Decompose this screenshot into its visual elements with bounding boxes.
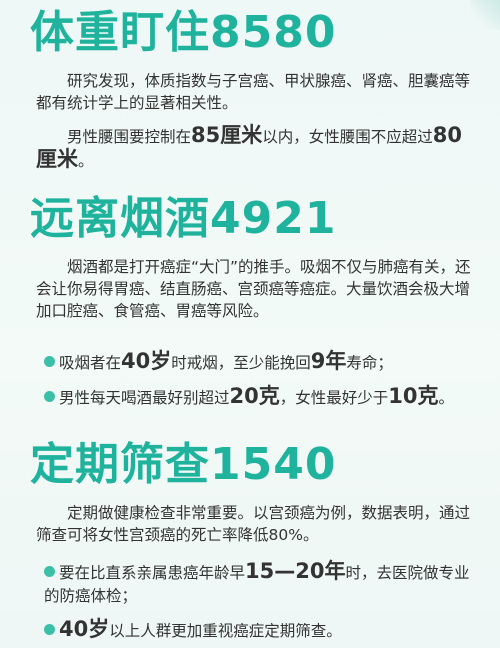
bullet-over-40: 40岁以上人群更加重视癌症定期筛查。 <box>44 618 476 643</box>
text: 。 <box>78 152 94 170</box>
highlight-value: 40岁 <box>59 617 110 641</box>
highlight-value: 10克 <box>388 384 439 408</box>
bullet-screening-age: 要在比直系亲属患癌年龄早15—20年时，去医院做专业的防癌体检； <box>44 560 476 608</box>
article-page: 体重盯住8580 研究发现，体质指数与子宫癌、甲状腺癌、肾癌、胆囊癌等都有统计学… <box>0 0 500 648</box>
heading-weight: 体重盯住8580 <box>30 7 337 58</box>
text: ，女性最好少于 <box>279 389 389 407</box>
corner-decoration <box>470 0 500 30</box>
text: 以上人群更加重视癌症定期筛查。 <box>109 622 342 640</box>
text: 以内，女性腰围不应超过 <box>262 128 433 146</box>
text: 。 <box>438 389 455 407</box>
bullet-dot-icon <box>44 391 55 402</box>
highlight-value: 15—20年 <box>245 559 346 583</box>
heading-screening: 定期筛查1540 <box>30 439 337 490</box>
highlight-value: 9年 <box>310 349 347 373</box>
highlight-value: 85厘米 <box>191 123 263 147</box>
bullet-dot-icon <box>44 566 55 577</box>
text: 时戒烟，至少能挽回 <box>171 354 311 372</box>
text: 男性腰围要控制在 <box>67 128 192 146</box>
paragraph-screening: 定期做健康检查非常重要。以宫颈癌为例，数据表明，通过筛查可将女性宫颈癌的死亡率降… <box>36 504 471 544</box>
highlight-value: 20克 <box>229 384 280 408</box>
bullet-quit-smoking: 吸烟者在40岁时戒烟，至少能挽回9年寿命； <box>44 350 476 375</box>
paragraph-tobacco-alcohol: 烟酒都是打开癌症“大门”的推手。吸烟不仅与肺癌有关，还会让你易得胃癌、结直肠癌、… <box>36 258 471 320</box>
text: 要在比直系亲属患癌年龄早 <box>59 564 246 582</box>
highlight-value: 40岁 <box>121 349 172 373</box>
text: 吸烟者在 <box>59 354 122 372</box>
paragraph-weight-research: 研究发现，体质指数与子宫癌、甲状腺癌、肾癌、胆囊癌等都有统计学上的显著相关性。 <box>36 72 471 112</box>
text: 男性每天喝酒最好别超过 <box>59 389 230 407</box>
heading-tobacco-alcohol: 远离烟酒4921 <box>30 193 337 244</box>
text: 寿命； <box>346 354 393 372</box>
bullet-dot-icon <box>44 356 55 367</box>
paragraph-waist: 男性腰围要控制在85厘米以内，女性腰围不应超过80厘米。 <box>36 124 476 172</box>
bullet-alcohol-limit: 男性每天喝酒最好别超过20克，女性最好少于10克。 <box>44 385 476 410</box>
bullet-dot-icon <box>44 624 55 635</box>
